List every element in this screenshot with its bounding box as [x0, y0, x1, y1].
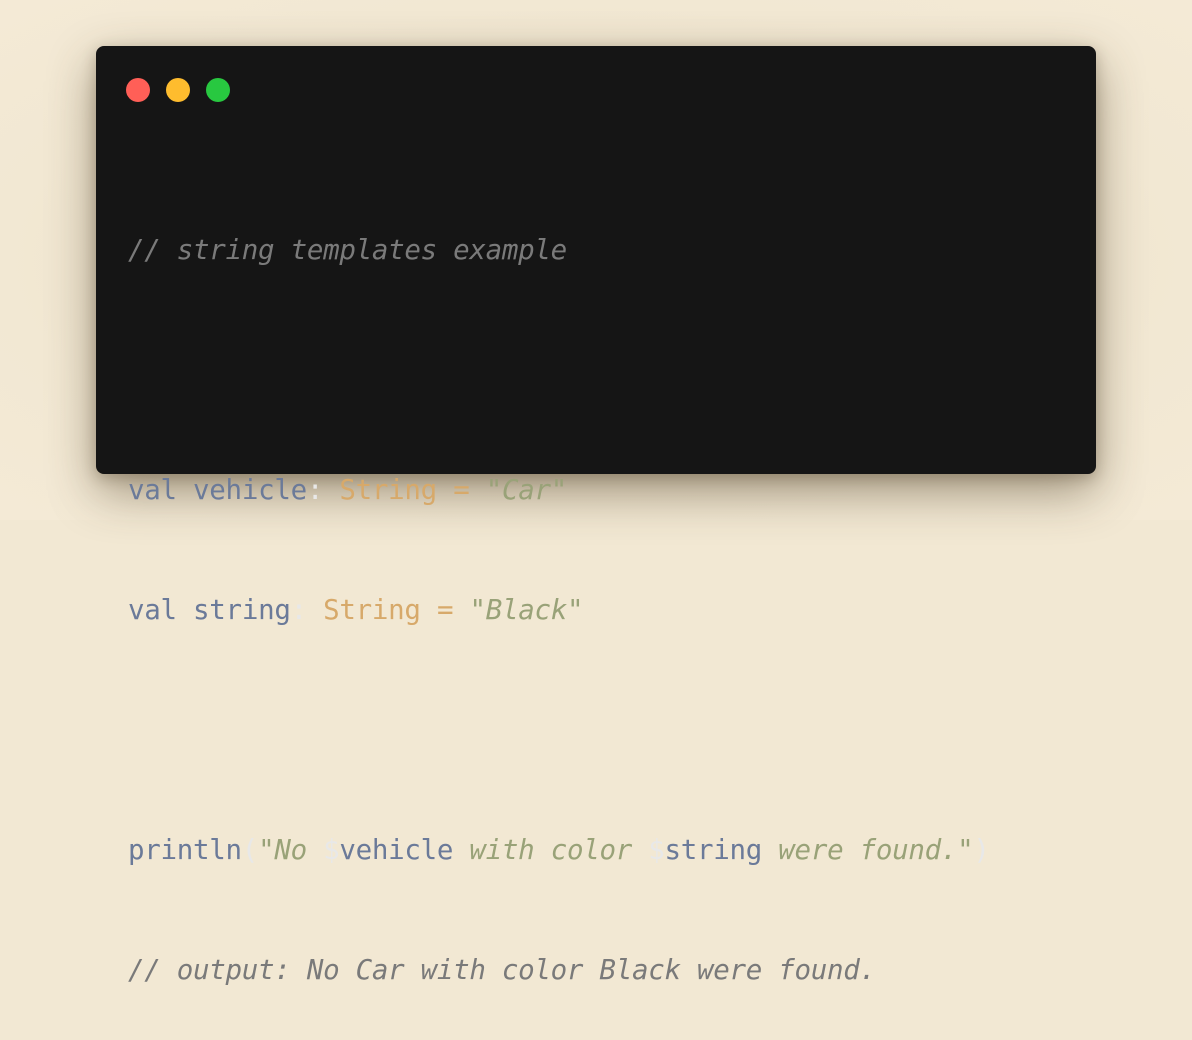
colon: :	[306, 474, 324, 506]
template-string-end: were found."	[762, 834, 974, 866]
type-string: String	[339, 474, 437, 506]
open-paren: (	[241, 834, 259, 866]
minimize-dot-icon[interactable]	[166, 78, 190, 102]
identifier-string: string	[193, 594, 291, 626]
template-var-string: string	[664, 834, 763, 866]
code-line-vehicle: val vehicle: String = "Car"	[128, 470, 990, 510]
code-block: // string templates example val vehicle:…	[128, 150, 990, 1040]
equals-sign: =	[453, 474, 470, 506]
string-literal-car: "Car"	[485, 474, 568, 506]
keyword-val: val	[128, 594, 177, 626]
identifier-vehicle: vehicle	[193, 474, 307, 506]
template-dollar: $	[648, 834, 665, 866]
equals-sign: =	[436, 594, 454, 626]
close-paren: )	[973, 834, 990, 866]
colon: :	[290, 594, 308, 626]
template-string-mid: with color	[453, 834, 649, 866]
function-println: println	[128, 834, 242, 866]
string-literal-black: "Black"	[469, 594, 584, 626]
keyword-val: val	[128, 474, 177, 506]
template-string-start: "No	[258, 834, 324, 866]
code-window: // string templates example val vehicle:…	[96, 46, 1096, 986]
code-comment-output: // output: No Car with color Black were …	[128, 954, 876, 986]
code-line-println: println("No $vehicle with color $string …	[128, 830, 990, 870]
template-var-vehicle: vehicle	[339, 834, 454, 866]
maximize-dot-icon[interactable]	[206, 78, 230, 102]
template-dollar: $	[323, 834, 340, 866]
code-line-string: val string: String = "Black"	[128, 590, 990, 630]
close-dot-icon[interactable]	[126, 78, 150, 102]
type-string: String	[323, 594, 421, 626]
code-comment-title: // string templates example	[128, 234, 567, 266]
